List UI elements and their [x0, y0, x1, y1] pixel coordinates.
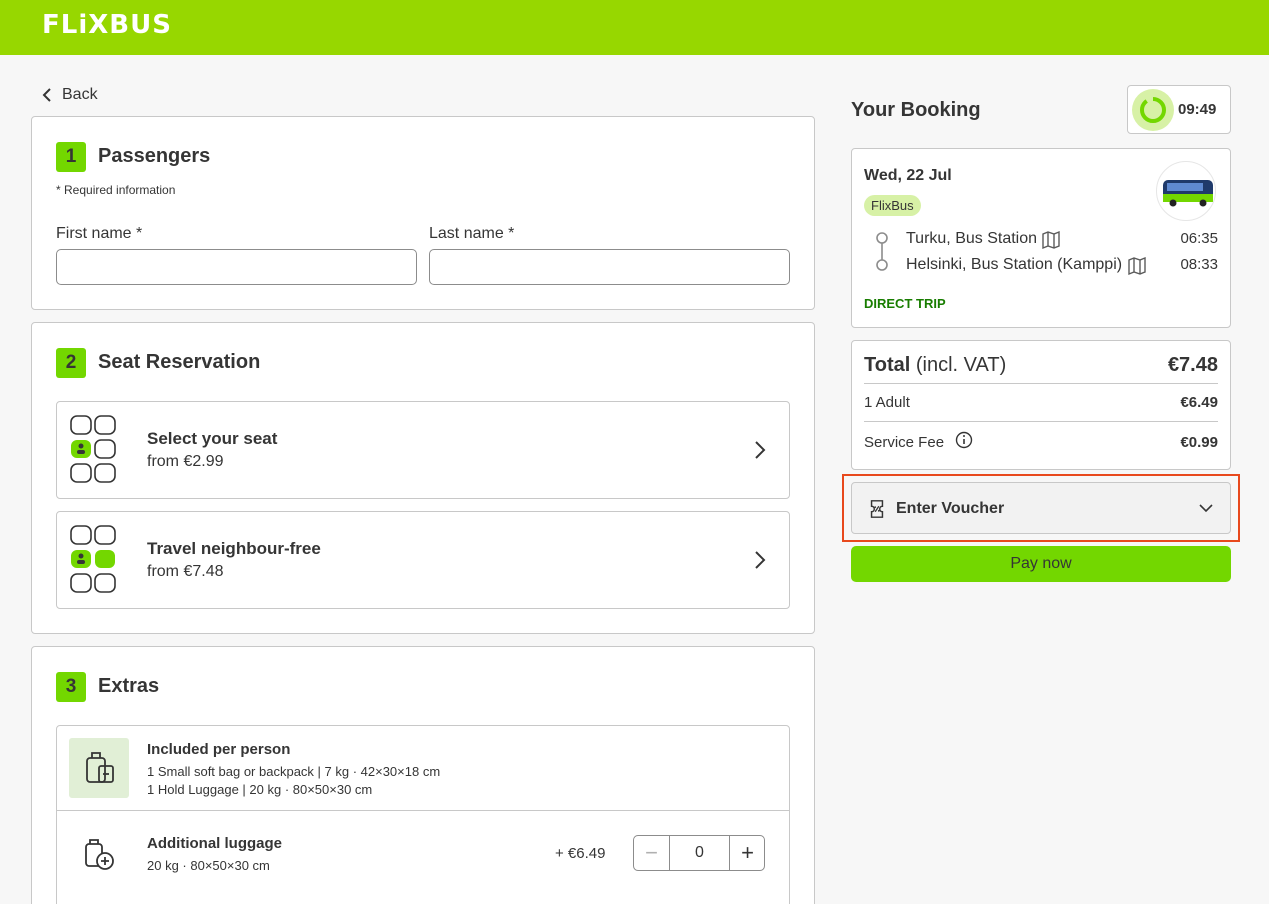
section-title: Seat Reservation [98, 351, 261, 373]
step-number: 2 [56, 348, 86, 378]
adult-amount: €6.49 [1180, 394, 1218, 411]
total-card: Total (incl. VAT) €7.48 1 Adult €6.49 Se… [851, 340, 1231, 470]
booking-timer: 09:49 [1127, 85, 1231, 134]
total-label: Total (incl. VAT) [864, 354, 1006, 377]
bus-icon [1163, 180, 1213, 207]
option-price: from €2.99 [147, 453, 224, 470]
add-luggage-icon [85, 839, 114, 870]
included-title: Included per person [147, 741, 291, 758]
passengers-card: 1 Passengers * Required information Firs… [31, 116, 815, 310]
operator-badge: FlixBus [864, 195, 921, 216]
first-name-label: First name * [56, 225, 143, 242]
quantity-value[interactable]: 0 [670, 836, 729, 870]
chevron-down-icon [1199, 504, 1213, 513]
from-time: 06:35 [1180, 230, 1218, 247]
bus-thumbnail [1156, 161, 1216, 221]
service-fee-label: Service Fee [864, 434, 945, 451]
additional-price: + €6.49 [555, 845, 606, 862]
service-fee-amount: €0.99 [1180, 434, 1218, 451]
voucher-toggle[interactable]: Enter Voucher [851, 482, 1231, 534]
timer-text: 09:49 [1178, 101, 1217, 118]
included-line-2: 1 Hold Luggage | 20 kg · 80×50×30 cm [147, 782, 373, 797]
last-name-label: Last name * [429, 225, 515, 242]
increment-button[interactable]: + [729, 836, 765, 870]
timer-ring [1132, 89, 1174, 131]
info-icon[interactable] [955, 431, 973, 449]
booking-title: Your Booking [851, 99, 981, 121]
total-label-bold: Total [864, 354, 911, 376]
last-name-field[interactable] [429, 249, 790, 285]
total-label-note: (incl. VAT) [915, 354, 1007, 376]
back-link[interactable]: Back [40, 86, 98, 104]
luggage-icon [86, 752, 114, 783]
additional-detail: 20 kg · 80×50×30 cm [147, 858, 270, 873]
option-price: from €7.48 [147, 563, 224, 580]
decrement-button[interactable]: − [634, 836, 670, 870]
seat-map-icon [70, 525, 116, 593]
chevron-right-icon [755, 551, 766, 569]
flixbus-logo[interactable]: FLiXBUS [42, 11, 172, 39]
to-time: 08:33 [1180, 256, 1218, 273]
neighbour-free-option[interactable]: Travel neighbour-free from €7.48 [56, 511, 790, 609]
luggage-icon-box [69, 738, 129, 798]
step-number: 1 [56, 142, 86, 172]
section-title: Passengers [98, 145, 211, 167]
adult-label: 1 Adult [864, 394, 910, 411]
from-station: Turku, Bus Station [906, 230, 1038, 247]
operator-wrap: FlixBus [864, 195, 921, 216]
divider [864, 421, 1218, 422]
option-title: Travel neighbour-free [147, 539, 321, 558]
additional-title: Additional luggage [147, 835, 282, 852]
top-bar: FLiXBUS [0, 0, 1269, 55]
divider [864, 383, 1218, 384]
timer-progress-icon [1140, 97, 1166, 123]
trip-card: Wed, 22 Jul FlixBus Turku, Bus Station 0… [851, 148, 1231, 328]
map-icon[interactable] [1127, 256, 1147, 276]
map-icon[interactable] [1041, 230, 1061, 250]
to-station: Helsinki, Bus Station (Kamppi) [906, 256, 1123, 273]
section-title: Extras [98, 675, 160, 697]
chevron-right-icon [755, 441, 766, 459]
first-name-field[interactable] [56, 249, 417, 285]
route-line-icon [876, 232, 888, 271]
select-seat-option[interactable]: Select your seat from €2.99 [56, 401, 790, 499]
seat-map-icon [70, 415, 116, 483]
total-amount: €7.48 [1167, 354, 1218, 376]
quantity-stepper: − 0 + [633, 835, 765, 871]
pay-now-button[interactable]: Pay now [851, 546, 1231, 582]
option-title: Select your seat [147, 429, 278, 448]
required-note: * Required information [56, 183, 176, 197]
voucher-label: Enter Voucher [896, 500, 1005, 517]
trip-type: DIRECT TRIP [864, 296, 946, 311]
included-line-1: 1 Small soft bag or backpack | 7 kg · 42… [147, 764, 441, 779]
trip-date: Wed, 22 Jul [864, 167, 952, 184]
included-luggage-row: Included per person 1 Small soft bag or … [56, 725, 790, 811]
voucher-icon [870, 500, 884, 518]
chevron-left-icon [42, 88, 51, 102]
back-label: Back [62, 86, 98, 103]
step-number: 3 [56, 672, 86, 702]
